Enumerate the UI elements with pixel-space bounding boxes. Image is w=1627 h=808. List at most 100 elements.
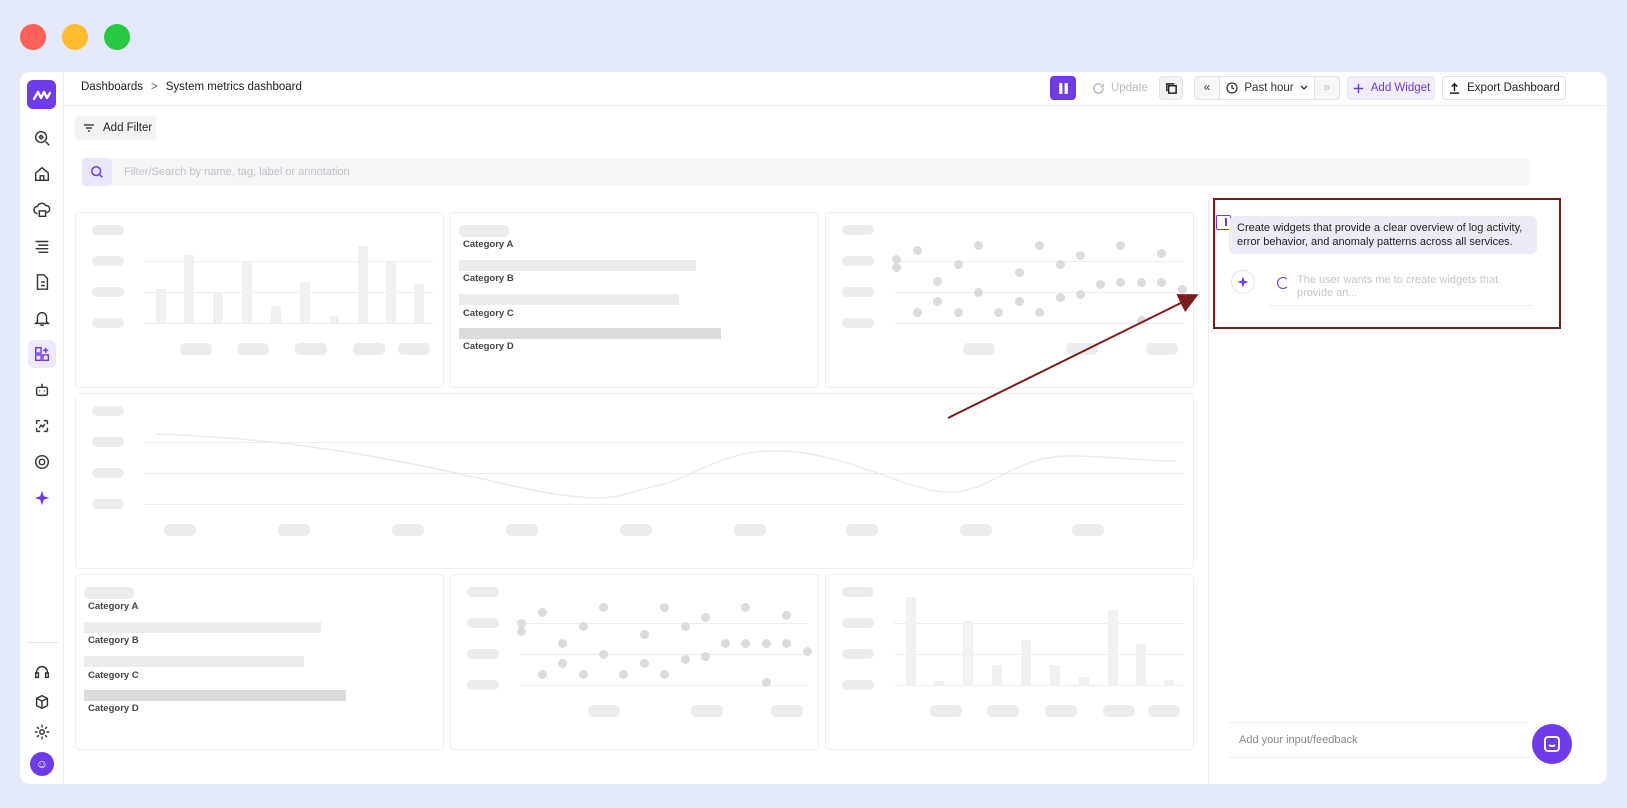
home-icon[interactable] — [28, 160, 56, 188]
scatter-dot — [782, 611, 791, 620]
skeleton — [771, 705, 803, 717]
apm-icon[interactable] — [28, 412, 56, 440]
export-dashboard-button[interactable]: Export Dashboard — [1442, 76, 1566, 100]
gridline — [894, 292, 1184, 293]
app-logo[interactable] — [27, 80, 56, 109]
explore-icon[interactable] — [28, 124, 56, 152]
scatter-dot — [1076, 290, 1085, 299]
window-controls — [20, 24, 130, 50]
scatter-dot — [660, 670, 669, 679]
skeleton — [398, 343, 430, 355]
skeleton — [842, 318, 874, 328]
skeleton-bar — [242, 261, 252, 323]
gridline — [144, 323, 434, 324]
scatter-dot — [1015, 268, 1024, 277]
skeleton-bar — [271, 306, 281, 323]
scatter-dot — [1015, 297, 1024, 306]
ai-search-icon[interactable] — [82, 158, 112, 186]
skeleton-bar — [906, 597, 916, 685]
widget-scatter-chart[interactable] — [825, 212, 1194, 388]
settings-gear-icon[interactable] — [28, 448, 56, 476]
dashboards-icon[interactable] — [28, 340, 56, 368]
category-bar — [84, 690, 346, 701]
infra-icon[interactable] — [28, 196, 56, 224]
clock-icon — [1226, 82, 1239, 94]
gridline — [894, 623, 1184, 624]
copy-button[interactable] — [1159, 76, 1183, 100]
category-bar — [459, 328, 721, 339]
skeleton-line — [155, 433, 1177, 499]
sidebar: ☺ — [20, 72, 64, 784]
widget-bar-chart-2[interactable] — [825, 574, 1194, 750]
scatter-dot — [762, 678, 771, 687]
top-bar: Dashboards > System metrics dashboard Up… — [64, 72, 1607, 106]
settings-icon[interactable] — [28, 718, 56, 746]
widget-scatter-chart-2[interactable] — [450, 574, 819, 750]
skeleton-bar — [1079, 677, 1089, 685]
scatter-dot — [1137, 316, 1146, 325]
pause-button[interactable] — [1050, 76, 1076, 100]
category-label: Category B — [88, 635, 139, 646]
breadcrumb-root[interactable]: Dashboards — [81, 81, 143, 93]
skeleton — [963, 343, 995, 355]
time-range-select[interactable]: Past hour — [1219, 77, 1315, 99]
support-icon[interactable] — [28, 658, 56, 686]
category-bar — [84, 656, 304, 667]
category-label: Category A — [463, 239, 514, 250]
skeleton — [842, 225, 874, 235]
logs-icon[interactable] — [28, 232, 56, 260]
alerts-icon[interactable] — [28, 304, 56, 332]
widget-bar-chart[interactable] — [75, 212, 444, 388]
scatter-dot — [599, 650, 608, 659]
gridline — [894, 685, 1184, 686]
scatter-dot — [1076, 251, 1085, 260]
scatter-dot — [558, 639, 567, 648]
integrations-icon[interactable] — [28, 688, 56, 716]
maximize-window-button[interactable] — [104, 24, 130, 50]
skeleton — [842, 287, 874, 297]
user-avatar[interactable]: ☺ — [30, 752, 54, 776]
breadcrumb-current: System metrics dashboard — [165, 81, 302, 93]
time-prev-button[interactable]: « — [1195, 82, 1219, 94]
time-next-button[interactable]: » — [1315, 82, 1339, 94]
reports-icon[interactable] — [28, 268, 56, 296]
skeleton — [842, 649, 874, 659]
scatter-dot — [538, 670, 547, 679]
breadcrumb: Dashboards > System metrics dashboard — [81, 81, 302, 93]
chat-support-button[interactable] — [1532, 724, 1572, 764]
skeleton — [467, 618, 499, 628]
gridline — [519, 623, 809, 624]
widget-line-chart[interactable] — [75, 393, 1194, 569]
category-bar — [459, 294, 679, 305]
category-bar — [84, 622, 321, 633]
skeleton — [1148, 705, 1180, 717]
filter-icon — [84, 124, 94, 132]
minimize-window-button[interactable] — [62, 24, 88, 50]
update-button[interactable]: Update — [1088, 76, 1152, 100]
scatter-dot — [1116, 278, 1125, 287]
scatter-dot — [579, 670, 588, 679]
skeleton — [930, 705, 962, 717]
feedback-input[interactable] — [1229, 723, 1529, 757]
skeleton — [467, 587, 499, 597]
scatter-dot — [803, 647, 812, 656]
skeleton — [92, 287, 124, 297]
skeleton-bar — [329, 316, 339, 323]
widget-category-bars-2[interactable]: Category A Category B Category C Categor… — [75, 574, 444, 750]
gridline — [519, 654, 809, 655]
widget-category-bars[interactable]: Category A Category B Category C Categor… — [450, 212, 819, 388]
scatter-dot — [1157, 249, 1166, 258]
bot-icon[interactable] — [28, 376, 56, 404]
skeleton — [467, 649, 499, 659]
add-widget-button[interactable]: Add Widget — [1347, 76, 1435, 100]
category-label: Category B — [463, 273, 514, 284]
search-input[interactable] — [124, 158, 1504, 186]
add-filter-label: Add Filter — [103, 122, 153, 134]
skeleton — [1103, 705, 1135, 717]
scatter-dot — [782, 639, 791, 648]
close-window-button[interactable] — [20, 24, 46, 50]
ai-sparkle-icon[interactable] — [28, 484, 56, 512]
scatter-dot — [762, 639, 771, 648]
scatter-dot — [1096, 280, 1105, 289]
add-filter-button[interactable]: Add Filter — [75, 116, 156, 140]
